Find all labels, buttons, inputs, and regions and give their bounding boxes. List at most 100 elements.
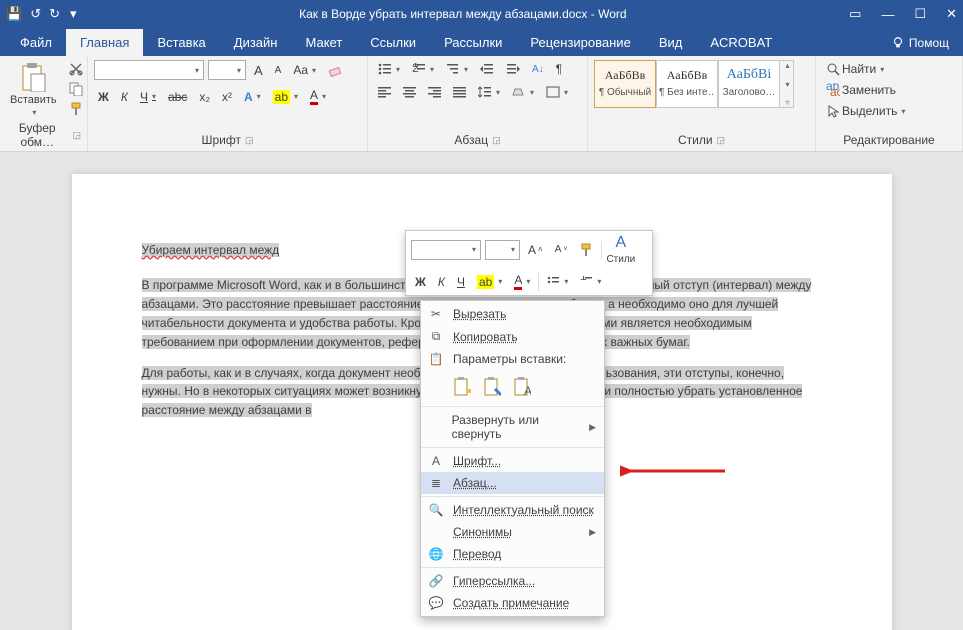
ctx-font[interactable]: AШрифт...: [421, 450, 604, 472]
tab-design[interactable]: Дизайн: [220, 29, 292, 56]
tab-references[interactable]: Ссылки: [356, 29, 430, 56]
tab-file[interactable]: Файл: [6, 29, 66, 56]
save-icon[interactable]: 💾: [6, 6, 22, 22]
tab-layout[interactable]: Макет: [291, 29, 356, 56]
ctx-paste-options[interactable]: 📋Параметры вставки:: [421, 348, 604, 370]
superscript-button[interactable]: x²: [218, 88, 236, 106]
align-justify-button[interactable]: [449, 85, 470, 100]
redo-icon[interactable]: ↻: [49, 6, 60, 22]
numbering-button[interactable]: 12▾: [408, 61, 438, 77]
svg-text:ac: ac: [830, 85, 840, 97]
align-left-icon: [378, 87, 391, 98]
close-icon[interactable]: ✕: [946, 6, 957, 22]
clipboard-icon: 📋: [427, 352, 445, 366]
underline-button[interactable]: Ч▾: [136, 88, 160, 106]
tab-acrobat[interactable]: ACROBAT: [696, 29, 786, 56]
paste-button[interactable]: Вставить ▾: [6, 60, 61, 119]
copy-icon: ⧉: [427, 329, 445, 344]
replace-button[interactable]: abacЗаменить: [822, 81, 900, 99]
ribbon-options-icon[interactable]: ▭: [849, 6, 861, 22]
ctx-cut[interactable]: ✂Вырезать: [421, 303, 604, 325]
ctx-smart-lookup[interactable]: 🔍Интеллектуальный поиск: [421, 499, 604, 521]
style-no-spacing[interactable]: АаБбВв ¶ Без инте…: [656, 60, 718, 108]
mini-styles-button[interactable]: A Стили: [606, 234, 635, 265]
text-effects-button[interactable]: A▾: [240, 88, 265, 106]
align-right-button[interactable]: [424, 85, 445, 100]
eraser-icon: [328, 63, 342, 77]
clear-format-button[interactable]: [324, 61, 346, 79]
align-center-button[interactable]: [399, 85, 420, 100]
style-normal[interactable]: АаБбВв ¶ Обычный: [594, 60, 656, 108]
mini-font-family[interactable]: ▾: [411, 240, 481, 260]
multilevel-button[interactable]: ▾: [442, 61, 472, 77]
tab-mailings[interactable]: Рассылки: [430, 29, 516, 56]
cut-button[interactable]: [65, 60, 87, 78]
shrink-font-button[interactable]: A: [271, 63, 286, 78]
style-heading1[interactable]: АаБбВі Заголово…: [718, 60, 780, 108]
paste-keep-source[interactable]: [449, 374, 475, 400]
mini-font-size[interactable]: ▾: [485, 240, 520, 260]
show-marks-button[interactable]: ¶: [552, 60, 566, 78]
borders-button[interactable]: ▾: [542, 84, 572, 100]
group-paragraph: ▾ 12▾ ▾ A↓ ¶ ▾ ▾ ▾ Абзац ◲: [368, 56, 588, 151]
mini-shrink-font[interactable]: A˅: [551, 242, 572, 257]
tab-view[interactable]: Вид: [645, 29, 697, 56]
italic-button[interactable]: К: [117, 88, 132, 106]
line-spacing-button[interactable]: ▾: [474, 84, 504, 100]
mini-highlight[interactable]: ab▾: [473, 273, 506, 291]
launcher-icon[interactable]: ◲: [245, 135, 254, 146]
launcher-icon[interactable]: ◲: [717, 135, 726, 146]
launcher-icon[interactable]: ◲: [72, 130, 81, 141]
subscript-button[interactable]: x₂: [195, 88, 214, 106]
sort-button[interactable]: A↓: [528, 62, 548, 77]
mini-bullets[interactable]: ▾: [543, 274, 572, 289]
ctx-comment[interactable]: 💬Создать примечание: [421, 592, 604, 614]
indent-increase-button[interactable]: [502, 61, 524, 77]
minimize-icon[interactable]: —: [881, 7, 894, 22]
select-button[interactable]: Выделить▾: [822, 102, 909, 120]
change-case-button[interactable]: Aa▾: [289, 61, 320, 79]
group-paragraph-label: Абзац: [454, 133, 488, 147]
mini-bold[interactable]: Ж: [411, 273, 430, 291]
ctx-translate[interactable]: 🌐Перевод: [421, 543, 604, 565]
ctx-copy[interactable]: ⧉Копировать: [421, 325, 604, 348]
mini-grow-font[interactable]: A˄: [524, 241, 547, 259]
undo-icon[interactable]: ↺: [30, 6, 41, 22]
font-family-combo[interactable]: ▾: [94, 60, 204, 80]
font-color-button[interactable]: A▾: [306, 86, 330, 107]
find-button[interactable]: Найти▾: [822, 60, 888, 78]
paste-text-only[interactable]: A: [509, 374, 535, 400]
maximize-icon[interactable]: ☐: [914, 6, 926, 22]
mini-italic[interactable]: К: [434, 273, 449, 291]
highlight-button[interactable]: ab▾: [269, 88, 302, 106]
align-left-button[interactable]: [374, 85, 395, 100]
format-painter-button[interactable]: [65, 100, 87, 118]
group-styles-label: Стили: [678, 133, 713, 147]
bullets-button[interactable]: ▾: [374, 61, 404, 77]
ctx-synonyms[interactable]: Синонимы▶: [421, 521, 604, 543]
grow-font-button[interactable]: A: [250, 61, 267, 80]
shading-button[interactable]: ▾: [508, 84, 538, 100]
tab-review[interactable]: Рецензирование: [516, 29, 644, 56]
quick-access-toolbar: 💾 ↺ ↻ ▾: [6, 6, 77, 22]
ctx-hyperlink[interactable]: 🔗Гиперссылка...: [421, 570, 604, 592]
mini-numbering[interactable]: 1▾: [576, 274, 605, 289]
launcher-icon[interactable]: ◲: [492, 135, 501, 146]
ctx-paragraph[interactable]: ≣Абзац...: [421, 472, 604, 494]
mini-underline[interactable]: Ч: [453, 273, 469, 291]
paste-icon-3: A: [513, 377, 531, 397]
mini-font-color[interactable]: A▾: [510, 271, 534, 292]
copy-button[interactable]: [65, 80, 87, 98]
mini-format-painter[interactable]: [575, 241, 597, 259]
strike-button[interactable]: abc: [164, 88, 191, 106]
bold-button[interactable]: Ж: [94, 88, 113, 106]
tab-insert[interactable]: Вставка: [143, 29, 219, 56]
font-size-combo[interactable]: ▾: [208, 60, 246, 80]
styles-gallery-scroll[interactable]: ▴ ▾ ▿: [780, 60, 794, 108]
paste-merge[interactable]: [479, 374, 505, 400]
line-spacing-icon: [478, 86, 492, 98]
ctx-expand[interactable]: Развернуть или свернуть▶: [421, 409, 604, 445]
indent-decrease-button[interactable]: [476, 61, 498, 77]
tell-me[interactable]: Помощ: [877, 30, 963, 56]
tab-home[interactable]: Главная: [66, 29, 143, 56]
